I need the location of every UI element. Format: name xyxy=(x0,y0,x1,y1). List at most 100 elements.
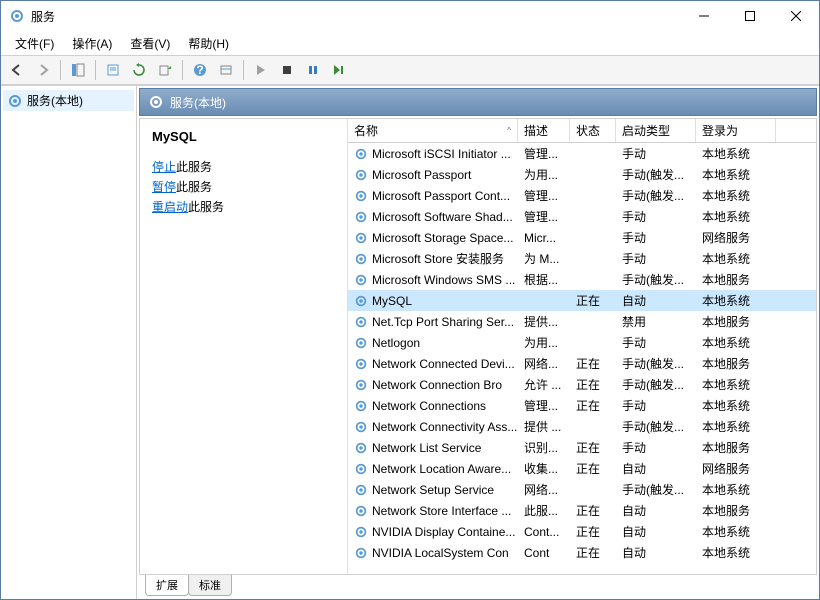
service-icon xyxy=(354,147,368,161)
list-rows[interactable]: Microsoft iSCSI Initiator ...管理...手动本地系统… xyxy=(348,143,816,574)
service-row[interactable]: Microsoft Storage Space...Micr...手动网络服务 xyxy=(348,227,816,248)
menu-help[interactable]: 帮助(H) xyxy=(180,32,237,55)
service-icon xyxy=(354,357,368,371)
col-header-start[interactable]: 启动类型 xyxy=(616,119,696,142)
service-row[interactable]: Network Store Interface ...此服...正在自动本地服务 xyxy=(348,500,816,521)
cell-status xyxy=(570,152,616,156)
forward-button[interactable] xyxy=(31,58,55,82)
service-row[interactable]: Network Connection Bro允许 ...正在手动(触发...本地… xyxy=(348,374,816,395)
back-button[interactable] xyxy=(5,58,29,82)
col-header-status[interactable]: 状态 xyxy=(570,119,616,142)
tree-root-label: 服务(本地) xyxy=(27,92,83,109)
service-row[interactable]: Network Connectivity Ass...提供 ...手动(触发..… xyxy=(348,416,816,437)
minimize-button[interactable] xyxy=(681,1,727,31)
tree-root-item[interactable]: 服务(本地) xyxy=(3,90,134,111)
service-row[interactable]: Microsoft Software Shad...管理...手动本地系统 xyxy=(348,206,816,227)
service-icon xyxy=(354,399,368,413)
service-row[interactable]: NVIDIA LocalSystem ConCont正在自动本地系统 xyxy=(348,542,816,563)
detail-title: MySQL xyxy=(152,129,335,144)
service-row[interactable]: Network List Service识别...正在手动本地服务 xyxy=(348,437,816,458)
cell-logon: 网络服务 xyxy=(696,227,776,248)
service-row[interactable]: Net.Tcp Port Sharing Ser...提供...禁用本地服务 xyxy=(348,311,816,332)
separator xyxy=(60,60,61,80)
cell-desc: 管理... xyxy=(518,185,570,206)
body: 服务(本地) 服务(本地) MySQL 停止此服务 暂停此服务 重启动此服务 xyxy=(1,85,819,599)
refresh-button[interactable] xyxy=(127,58,151,82)
cell-status xyxy=(570,215,616,219)
separator xyxy=(182,60,183,80)
service-icon xyxy=(354,252,368,266)
cell-status: 正在 xyxy=(570,437,616,458)
service-row[interactable]: MySQL正在自动本地系统 xyxy=(348,290,816,311)
menu-file[interactable]: 文件(F) xyxy=(7,32,62,55)
properties-button[interactable] xyxy=(101,58,125,82)
toolbar-button[interactable] xyxy=(214,58,238,82)
restart-service-link[interactable]: 重启动 xyxy=(152,200,188,214)
service-row[interactable]: Microsoft Windows SMS ...根据...手动(触发...本地… xyxy=(348,269,816,290)
service-row[interactable]: Network Connections管理...正在手动本地系统 xyxy=(348,395,816,416)
service-row[interactable]: Network Setup Service网络...手动(触发...本地系统 xyxy=(348,479,816,500)
tab-extended[interactable]: 扩展 xyxy=(145,575,189,596)
cell-logon: 本地系统 xyxy=(696,479,776,500)
sort-arrow-icon: ^ xyxy=(507,126,511,135)
export-button[interactable] xyxy=(153,58,177,82)
cell-start: 手动 xyxy=(616,395,696,416)
start-service-button[interactable] xyxy=(249,58,273,82)
separator xyxy=(95,60,96,80)
cell-logon: 本地系统 xyxy=(696,290,776,311)
service-icon xyxy=(354,546,368,560)
service-row[interactable]: Network Connected Devi...网络...正在手动(触发...… xyxy=(348,353,816,374)
detail-pane: MySQL 停止此服务 暂停此服务 重启动此服务 xyxy=(140,119,348,574)
service-row[interactable]: Netlogon为用...手动本地系统 xyxy=(348,332,816,353)
pause-service-button[interactable] xyxy=(301,58,325,82)
cell-start: 手动(触发... xyxy=(616,269,696,290)
content-body: MySQL 停止此服务 暂停此服务 重启动此服务 名称^ 描述 状态 启动类型 … xyxy=(139,118,817,575)
service-list: 名称^ 描述 状态 启动类型 登录为 Microsoft iSCSI Initi… xyxy=(348,119,816,574)
cell-desc: 为 M... xyxy=(518,248,570,269)
close-button[interactable] xyxy=(773,1,819,31)
service-row[interactable]: Microsoft Passport为用...手动(触发...本地系统 xyxy=(348,164,816,185)
cell-status: 正在 xyxy=(570,500,616,521)
stop-service-link[interactable]: 停止 xyxy=(152,160,176,174)
menu-action[interactable]: 操作(A) xyxy=(64,32,120,55)
cell-name: MySQL xyxy=(348,292,518,310)
maximize-button[interactable] xyxy=(727,1,773,31)
cell-start: 自动 xyxy=(616,521,696,542)
menu-view[interactable]: 查看(V) xyxy=(122,32,178,55)
cell-logon: 本地系统 xyxy=(696,395,776,416)
col-header-name[interactable]: 名称^ xyxy=(348,119,518,142)
content-header-label: 服务(本地) xyxy=(170,94,226,111)
cell-logon: 本地系统 xyxy=(696,416,776,437)
help-button[interactable]: ? xyxy=(188,58,212,82)
show-hide-tree-button[interactable] xyxy=(66,58,90,82)
cell-start: 手动 xyxy=(616,248,696,269)
cell-start: 自动 xyxy=(616,458,696,479)
cell-desc: 允许 ... xyxy=(518,374,570,395)
cell-logon: 本地系统 xyxy=(696,164,776,185)
service-row[interactable]: Microsoft iSCSI Initiator ...管理...手动本地系统 xyxy=(348,143,816,164)
cell-desc: 管理... xyxy=(518,206,570,227)
service-row[interactable]: Microsoft Store 安装服务为 M...手动本地系统 xyxy=(348,248,816,269)
service-row[interactable]: Network Location Aware...收集...正在自动网络服务 xyxy=(348,458,816,479)
service-row[interactable]: NVIDIA Display Containe...Cont...正在自动本地系… xyxy=(348,521,816,542)
cell-logon: 本地服务 xyxy=(696,269,776,290)
pause-service-link[interactable]: 暂停 xyxy=(152,180,176,194)
tab-standard[interactable]: 标准 xyxy=(188,575,232,596)
restart-service-button[interactable] xyxy=(327,58,351,82)
cell-status xyxy=(570,257,616,261)
cell-status xyxy=(570,425,616,429)
cell-start: 手动 xyxy=(616,206,696,227)
cell-logon: 本地系统 xyxy=(696,521,776,542)
col-header-desc[interactable]: 描述 xyxy=(518,119,570,142)
services-icon xyxy=(9,8,25,24)
list-header: 名称^ 描述 状态 启动类型 登录为 xyxy=(348,119,816,143)
cell-start: 禁用 xyxy=(616,311,696,332)
service-row[interactable]: Microsoft Passport Cont...管理...手动(触发...本… xyxy=(348,185,816,206)
service-icon xyxy=(354,483,368,497)
content-header: 服务(本地) xyxy=(139,88,817,116)
service-icon xyxy=(354,378,368,392)
cell-name: Network Connection Bro xyxy=(348,376,518,394)
stop-service-button[interactable] xyxy=(275,58,299,82)
col-header-logon[interactable]: 登录为 xyxy=(696,119,776,142)
cell-start: 手动 xyxy=(616,332,696,353)
